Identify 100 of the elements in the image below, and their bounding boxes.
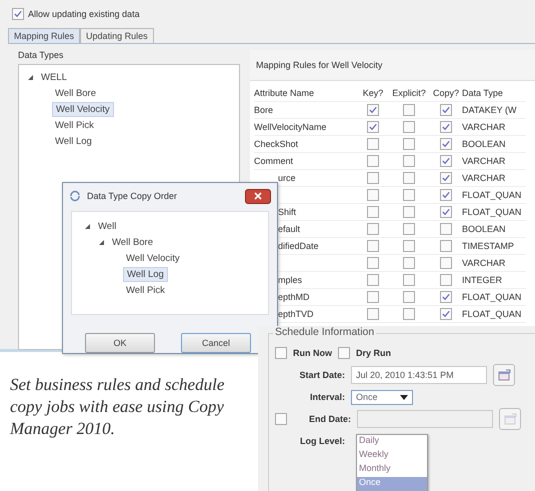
- checkbox[interactable]: [440, 308, 452, 320]
- tree-item[interactable]: Well Bore: [52, 86, 100, 100]
- field-label: Log Level:: [298, 436, 345, 446]
- table-cell: Bore: [254, 105, 274, 115]
- tree-item[interactable]: Well Log: [52, 134, 95, 148]
- close-button[interactable]: [245, 188, 271, 204]
- tree-item[interactable]: Well Log: [123, 266, 168, 282]
- dialog-title: Data Type Copy Order: [87, 191, 177, 201]
- table-cell: FLOAT_QUAN: [462, 309, 522, 319]
- table-cell: Comment: [254, 156, 294, 166]
- table-cell: INTEGER: [462, 275, 502, 285]
- checkbox[interactable]: [440, 257, 452, 269]
- checkbox[interactable]: [403, 155, 415, 167]
- table-cell: epthMD: [278, 292, 310, 302]
- checkbox[interactable]: [367, 155, 379, 167]
- table-cell: CheckShot: [254, 139, 298, 149]
- checkbox[interactable]: [367, 274, 379, 286]
- checkbox[interactable]: [12, 8, 24, 20]
- checkbox[interactable]: [440, 223, 452, 235]
- checkbox[interactable]: [367, 206, 379, 218]
- checkbox[interactable]: [440, 121, 452, 133]
- checkbox[interactable]: [367, 223, 379, 235]
- checkbox[interactable]: [403, 223, 415, 235]
- tree-item[interactable]: Well Pick: [52, 118, 97, 132]
- checkbox[interactable]: [440, 138, 452, 150]
- checkbox[interactable]: [367, 104, 379, 116]
- caret-icon: [400, 394, 408, 400]
- checkbox[interactable]: [403, 172, 415, 184]
- dialog-button[interactable]: Cancel: [181, 333, 251, 353]
- group-title: Schedule Information: [273, 326, 376, 338]
- checkbox[interactable]: [367, 240, 379, 252]
- tab[interactable]: Mapping Rules: [8, 28, 80, 43]
- tree-item[interactable]: Well Bore: [109, 236, 156, 248]
- date-field[interactable]: Jul 20, 2010 1:43:51 PM: [351, 366, 487, 384]
- table-cell: BOOLEAN: [462, 139, 506, 149]
- checkbox[interactable]: [275, 347, 287, 359]
- interval-dropdown[interactable]: Once: [351, 390, 413, 404]
- tree-item[interactable]: Well Velocity: [123, 252, 183, 264]
- checkbox[interactable]: [403, 308, 415, 320]
- tree-item[interactable]: Well Velocity: [52, 102, 114, 116]
- calendar-button[interactable]: [499, 408, 521, 430]
- calendar-button[interactable]: [493, 364, 515, 386]
- checkbox[interactable]: [403, 291, 415, 303]
- checkbox[interactable]: [367, 257, 379, 269]
- checkbox-label: Run Now: [293, 348, 332, 358]
- checkbox[interactable]: [367, 189, 379, 201]
- table-cell: TIMESTAMP: [462, 241, 514, 251]
- checkbox[interactable]: [367, 308, 379, 320]
- expand-triangle-icon[interactable]: [84, 222, 91, 230]
- caption-text: Set business rules and schedule copy jobs with ease using Copy Manager 2010.: [10, 374, 226, 440]
- checkbox[interactable]: [403, 189, 415, 201]
- table-cell: DATAKEY (W: [462, 105, 517, 115]
- expand-triangle-icon[interactable]: [27, 74, 34, 80]
- tab[interactable]: Updating Rules: [80, 28, 154, 43]
- tree-item[interactable]: Well Pick: [123, 284, 168, 296]
- checkbox-label: Allow updating existing data: [28, 9, 140, 19]
- checkbox[interactable]: [338, 347, 350, 359]
- checkbox[interactable]: [403, 104, 415, 116]
- checkbox[interactable]: [367, 291, 379, 303]
- column-header: Data Type: [462, 85, 526, 102]
- table-cell: VARCHAR: [462, 173, 506, 183]
- checkbox[interactable]: [403, 240, 415, 252]
- checkbox[interactable]: [440, 206, 452, 218]
- dropdown-option[interactable]: Weekly: [357, 449, 427, 463]
- table-cell: VARCHAR: [462, 122, 506, 132]
- table-cell: mples: [278, 275, 302, 285]
- checkbox[interactable]: [403, 121, 415, 133]
- expand-triangle-icon[interactable]: [98, 238, 105, 246]
- table-cell: WellVelocityName: [254, 122, 326, 132]
- checkbox[interactable]: [403, 138, 415, 150]
- field-label: End Date:: [308, 414, 351, 424]
- checkbox[interactable]: [403, 257, 415, 269]
- tree-item[interactable]: WELL: [38, 70, 70, 84]
- checkbox[interactable]: [367, 138, 379, 150]
- checkbox[interactable]: [440, 274, 452, 286]
- table-cell: FLOAT_QUAN: [462, 190, 522, 200]
- checkbox[interactable]: [440, 172, 452, 184]
- table-cell: FLOAT_QUAN: [462, 207, 522, 217]
- dialog-button[interactable]: OK: [85, 333, 155, 353]
- checkbox[interactable]: [367, 172, 379, 184]
- tree-item[interactable]: Well: [95, 220, 120, 232]
- checkbox[interactable]: [403, 206, 415, 218]
- checkbox[interactable]: [367, 121, 379, 133]
- checkbox[interactable]: [440, 240, 452, 252]
- calendar-icon: [504, 413, 516, 425]
- checkbox[interactable]: [440, 291, 452, 303]
- table-cell: VARCHAR: [462, 258, 506, 268]
- checkbox[interactable]: [440, 104, 452, 116]
- dropdown-option[interactable]: Monthly: [357, 463, 427, 477]
- checkbox[interactable]: [440, 189, 452, 201]
- column-header: Attribute Name: [254, 85, 358, 102]
- table-cell: difiedDate: [278, 241, 319, 251]
- table-cell: FLOAT_QUAN: [462, 292, 522, 302]
- dropdown-option[interactable]: Daily: [357, 435, 427, 449]
- checkbox[interactable]: [403, 274, 415, 286]
- checkbox[interactable]: [440, 155, 452, 167]
- table-cell: efault: [278, 224, 300, 234]
- field-label: Start Date:: [298, 370, 345, 380]
- table-cell: urce: [278, 173, 296, 183]
- table-cell: VARCHAR: [462, 156, 506, 166]
